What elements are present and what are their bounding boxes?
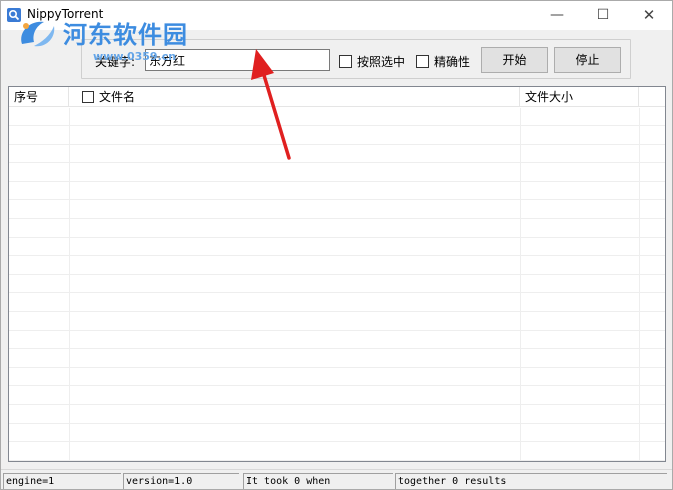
status-bar: engine=1 version=1.0 It took 0 when toge… xyxy=(1,469,672,489)
status-results: together 0 results xyxy=(395,473,667,489)
start-button[interactable]: 开始 xyxy=(481,47,548,73)
table-row[interactable] xyxy=(9,257,665,275)
table-row[interactable] xyxy=(9,201,665,219)
watermark-title: 河东软件园 xyxy=(63,20,188,49)
list-header: 序号 文件名 文件大小 xyxy=(9,87,665,107)
maximize-icon[interactable]: ☐ xyxy=(580,1,626,30)
table-row[interactable] xyxy=(9,406,665,424)
accuracy-option-box[interactable] xyxy=(416,54,429,68)
table-row[interactable] xyxy=(9,368,665,387)
table-row[interactable] xyxy=(9,164,665,182)
column-header-index[interactable]: 序号 xyxy=(9,87,69,107)
table-row[interactable] xyxy=(9,145,665,164)
select-option-box[interactable] xyxy=(339,54,352,68)
column-divider xyxy=(69,108,70,461)
accuracy-option-label: 精确性 xyxy=(434,54,471,69)
column-header-filename[interactable]: 文件名 xyxy=(69,87,520,107)
table-row[interactable] xyxy=(9,313,665,331)
table-row[interactable] xyxy=(9,238,665,257)
table-row[interactable] xyxy=(9,387,665,405)
app-window: NippyTorrent — ☐ ✕ 关键字: 按照选中 精确性 开始 停止 序… xyxy=(0,0,673,490)
column-header-filename-label: 文件名 xyxy=(99,90,136,104)
column-divider xyxy=(639,108,640,461)
select-option-label: 按照选中 xyxy=(357,54,406,69)
table-row[interactable] xyxy=(9,182,665,201)
column-header-filesize[interactable]: 文件大小 xyxy=(520,87,639,107)
select-option-checkbox[interactable]: 按照选中 xyxy=(339,54,406,69)
watermark-url: www.0359.cn xyxy=(93,50,177,63)
minimize-icon[interactable]: — xyxy=(534,1,580,30)
table-row[interactable] xyxy=(9,294,665,312)
status-version: version=1.0 xyxy=(123,473,239,489)
stop-button[interactable]: 停止 xyxy=(554,47,621,73)
table-row[interactable] xyxy=(9,331,665,350)
close-icon[interactable]: ✕ xyxy=(626,1,672,30)
select-all-checkbox[interactable] xyxy=(82,91,94,103)
status-time: It took 0 when xyxy=(243,473,393,489)
watermark-logo-icon xyxy=(21,21,55,47)
column-header-filler xyxy=(639,87,665,107)
results-list[interactable]: 序号 文件名 文件大小 xyxy=(8,86,666,462)
status-engine: engine=1 xyxy=(3,473,121,489)
table-row[interactable] xyxy=(9,127,665,145)
table-row[interactable] xyxy=(9,108,665,126)
table-row[interactable] xyxy=(9,220,665,238)
table-row[interactable] xyxy=(9,443,665,461)
accuracy-option-checkbox[interactable]: 精确性 xyxy=(416,54,471,69)
table-row[interactable] xyxy=(9,350,665,368)
table-row[interactable] xyxy=(9,275,665,294)
table-row[interactable] xyxy=(9,424,665,443)
list-body xyxy=(9,108,665,461)
column-divider xyxy=(520,108,521,461)
